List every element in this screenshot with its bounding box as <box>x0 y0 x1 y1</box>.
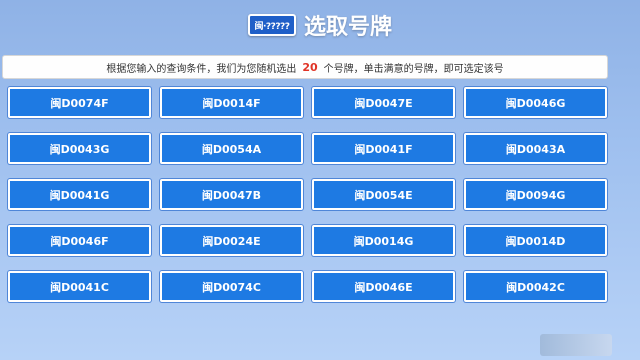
plate-option[interactable]: 闽D0046F <box>8 225 151 256</box>
license-plate-icon: 闽·????? <box>247 14 296 36</box>
plate-option[interactable]: 闽D0046E <box>312 271 455 302</box>
plate-option[interactable]: 闽D0074C <box>160 271 303 302</box>
plate-grid: 闽D0074F 闽D0014F 闽D0047E 闽D0046G 闽D0043G … <box>8 87 608 302</box>
plate-option[interactable]: 闽D0041G <box>8 179 151 210</box>
page-title: 选取号牌 <box>303 15 392 40</box>
plate-option[interactable]: 闽D0014D <box>464 225 607 256</box>
plate-option[interactable]: 闽D0046G <box>464 87 607 118</box>
plate-option[interactable]: 闽D0047E <box>312 87 455 118</box>
plate-option[interactable]: 闽D0054A <box>160 133 303 164</box>
info-suffix: 个号牌，单击满意的号牌，即可选定该号 <box>323 63 504 75</box>
info-prefix: 根据您输入的查询条件，我们为您随机选出 <box>106 63 297 75</box>
plate-option[interactable]: 闽D0024E <box>160 225 303 256</box>
plate-option[interactable]: 闽D0047B <box>160 179 303 210</box>
plate-option[interactable]: 闽D0043A <box>464 133 607 164</box>
plate-option[interactable]: 闽D0041C <box>8 271 151 302</box>
plate-option[interactable]: 闽D0054E <box>312 179 455 210</box>
plate-option[interactable]: 闽D0014F <box>160 87 303 118</box>
plate-option[interactable]: 闽D0041F <box>312 133 455 164</box>
plate-option[interactable]: 闽D0014G <box>312 225 455 256</box>
plate-option[interactable]: 闽D0042C <box>464 271 607 302</box>
plate-option[interactable]: 闽D0043G <box>8 133 151 164</box>
plate-option[interactable]: 闽D0074F <box>8 87 151 118</box>
result-count: 20 <box>302 60 318 74</box>
page-header: 闽·????? 选取号牌 <box>0 0 640 50</box>
blurred-watermark <box>540 334 612 356</box>
info-bar: 根据您输入的查询条件，我们为您随机选出 20 个号牌，单击满意的号牌，即可选定该… <box>2 55 608 79</box>
plate-option[interactable]: 闽D0094G <box>464 179 607 210</box>
